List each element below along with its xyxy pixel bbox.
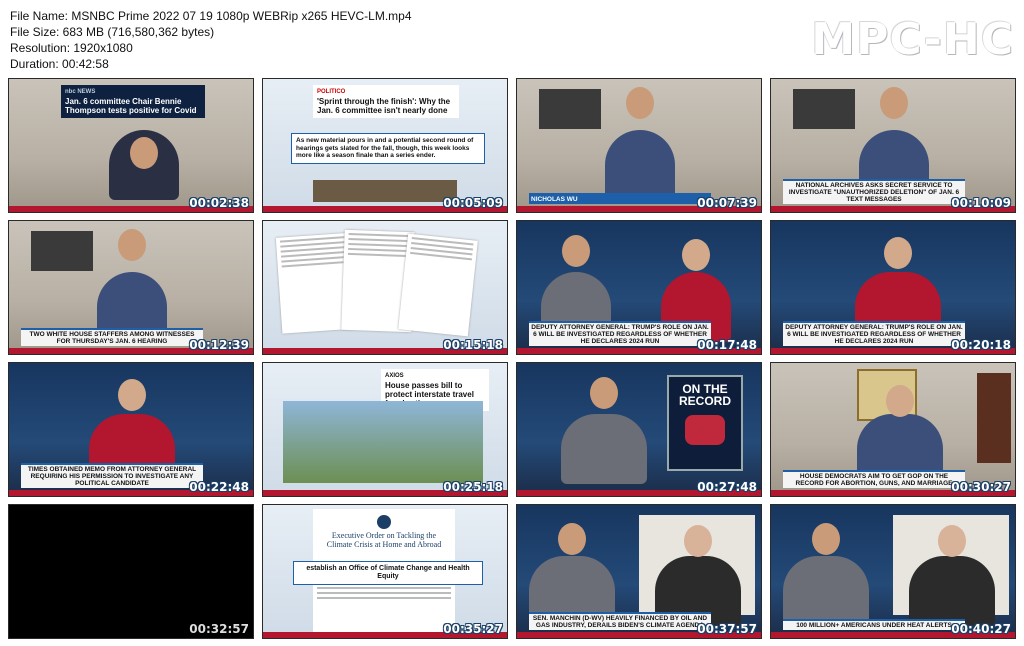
wall-art	[539, 89, 601, 129]
thumbnail[interactable]: NICHOLAS WU 00:07:39	[516, 78, 762, 213]
file-resolution: Resolution: 1920x1080	[10, 41, 133, 55]
hearing-room-image	[313, 180, 457, 202]
person	[783, 556, 869, 626]
timestamp: 00:12:39	[189, 338, 249, 352]
timestamp: 00:25:18	[443, 480, 503, 494]
seal-icon	[377, 515, 391, 529]
headline: 'Sprint through the finish': Why the Jan…	[317, 97, 451, 115]
timestamp: 00:27:48	[697, 480, 757, 494]
thumbnail[interactable]: Executive Order on Tackling the Climate …	[262, 504, 508, 639]
timestamp: 00:15:18	[443, 338, 503, 352]
file-size: File Size: 683 MB (716,580,362 bytes)	[10, 25, 215, 39]
on-the-record-graphic: ON THE RECORD	[667, 375, 743, 471]
person	[605, 130, 675, 200]
thumbnail[interactable]: 00:15:18	[262, 220, 508, 355]
timestamp: 00:10:09	[951, 196, 1011, 210]
news-source: POLITICO	[317, 89, 346, 95]
person	[561, 414, 647, 484]
thumbnail[interactable]: HOUSE DEMOCRATS AIM TO GET GOP ON THE RE…	[770, 362, 1016, 497]
timestamp: 00:35:27	[443, 622, 503, 636]
thumbnail[interactable]: 00:32:57	[8, 504, 254, 639]
timestamp: 00:07:39	[697, 196, 757, 210]
person-head	[682, 239, 710, 271]
chyron: 100 MILLION+ AMERICANS UNDER HEAT ALERTS	[783, 619, 965, 630]
person-head	[118, 379, 146, 411]
chyron: DEPUTY ATTORNEY GENERAL: TRUMP'S ROLE ON…	[783, 321, 965, 346]
file-info: File Name: MSNBC Prime 2022 07 19 1080p …	[10, 8, 412, 72]
thumbnail[interactable]: DEPUTY ATTORNEY GENERAL: TRUMP'S ROLE ON…	[770, 220, 1016, 355]
person-head	[880, 87, 908, 119]
chyron: DEPUTY ATTORNEY GENERAL: TRUMP'S ROLE ON…	[529, 321, 711, 346]
record-title: ON THE RECORD	[678, 382, 731, 408]
thumbnail[interactable]: 100 MILLION+ AMERICANS UNDER HEAT ALERTS…	[770, 504, 1016, 639]
timestamp: 00:20:18	[951, 338, 1011, 352]
elephant-donkey-icon	[685, 415, 725, 445]
thumbnail[interactable]: AXIOS House passes bill to protect inter…	[262, 362, 508, 497]
document-title: Executive Order on Tackling the Climate …	[326, 531, 442, 549]
timestamp: 00:37:57	[697, 622, 757, 636]
person-head	[558, 523, 586, 555]
person-head	[590, 377, 618, 409]
app-logo: MPC-HC	[811, 14, 1014, 65]
file-duration: Duration: 00:42:58	[10, 57, 109, 71]
person-head	[886, 385, 914, 417]
person-head	[626, 87, 654, 119]
file-name: File Name: MSNBC Prime 2022 07 19 1080p …	[10, 9, 412, 23]
timestamp: 00:32:57	[189, 622, 249, 636]
thumbnail[interactable]: TIMES OBTAINED MEMO FROM ATTORNEY GENERA…	[8, 362, 254, 497]
name-chyron: NICHOLAS WU	[529, 193, 711, 204]
thumbnail[interactable]: DEPUTY ATTORNEY GENERAL: TRUMP'S ROLE ON…	[516, 220, 762, 355]
timestamp: 00:02:38	[189, 196, 249, 210]
person-head	[812, 523, 840, 555]
chyron: SEN. MANCHIN (D-WV) HEAVILY FINANCED BY …	[529, 612, 711, 630]
person	[909, 556, 995, 626]
person-head	[130, 137, 158, 169]
timestamp: 00:17:48	[697, 338, 757, 352]
news-source: nbc NEWS	[65, 89, 96, 95]
chyron: NATIONAL ARCHIVES ASKS SECRET SERVICE TO…	[783, 179, 965, 204]
chyron: HOUSE DEMOCRATS AIM TO GET GOP ON THE RE…	[783, 470, 965, 488]
person-head	[938, 525, 966, 557]
person-head	[118, 229, 146, 261]
wall-art	[793, 89, 855, 129]
protest-photo	[283, 401, 483, 483]
thumbnail[interactable]: POLITICO 'Sprint through the finish': Wh…	[262, 78, 508, 213]
person-head	[884, 237, 912, 269]
news-source: AXIOS	[385, 373, 404, 379]
chyron: TWO WHITE HOUSE STAFFERS AMONG WITNESSES…	[21, 328, 203, 346]
thumbnail[interactable]: NATIONAL ARCHIVES ASKS SECRET SERVICE TO…	[770, 78, 1016, 213]
timestamp: 00:40:27	[951, 622, 1011, 636]
thumbnail[interactable]: ON THE RECORD 00:27:48	[516, 362, 762, 497]
quote-card: establish an Office of Climate Change an…	[293, 561, 483, 585]
thumbnail[interactable]: SEN. MANCHIN (D-WV) HEAVILY FINANCED BY …	[516, 504, 762, 639]
wall-art	[31, 231, 93, 271]
thumbnail[interactable]: TWO WHITE HOUSE STAFFERS AMONG WITNESSES…	[8, 220, 254, 355]
thumbnail[interactable]: nbc NEWS Jan. 6 committee Chair Bennie T…	[8, 78, 254, 213]
document-page	[398, 233, 478, 337]
timestamp: 00:05:09	[443, 196, 503, 210]
timestamp: 00:30:27	[951, 480, 1011, 494]
person-head	[684, 525, 712, 557]
chyron: TIMES OBTAINED MEMO FROM ATTORNEY GENERA…	[21, 463, 203, 488]
person-head	[562, 235, 590, 267]
quote-card: As new material pours in and a potential…	[291, 133, 485, 164]
timestamp: 00:22:48	[189, 480, 249, 494]
headline: Jan. 6 committee Chair Bennie Thompson t…	[65, 97, 197, 115]
bookshelf	[977, 373, 1011, 463]
